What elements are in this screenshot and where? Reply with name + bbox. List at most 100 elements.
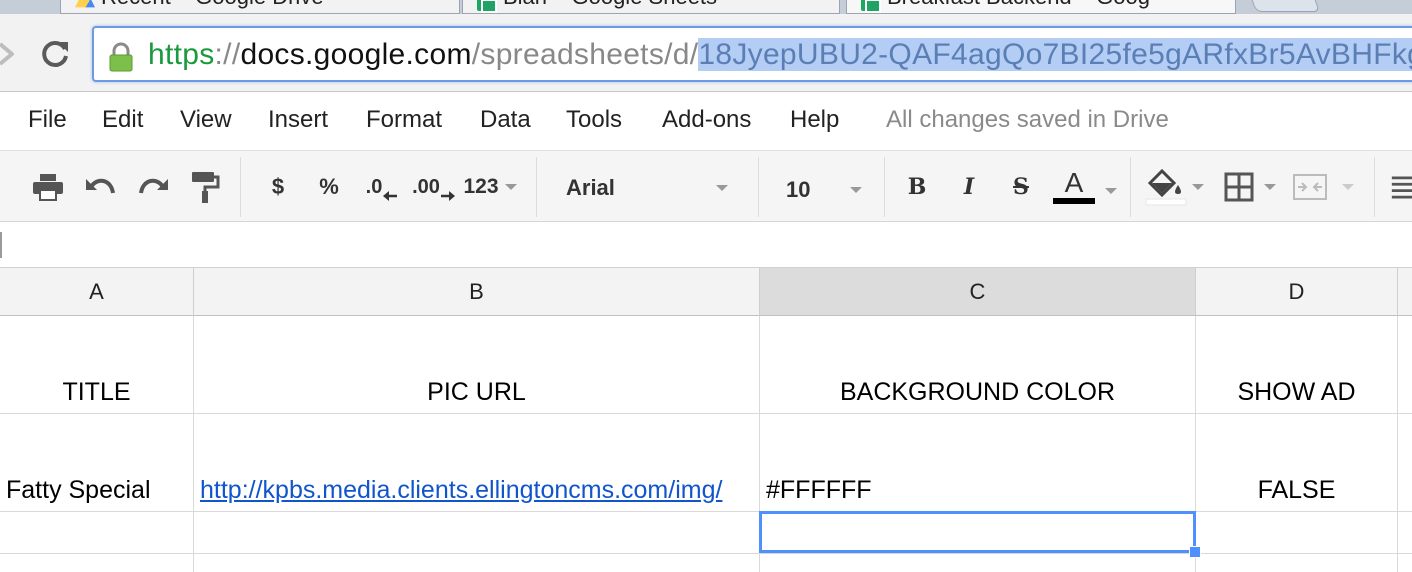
decrease-decimals-label: .0 (365, 175, 383, 198)
chevron-down-icon (1342, 184, 1354, 190)
cell-e2[interactable] (1398, 414, 1412, 512)
borders-icon (1224, 172, 1254, 202)
menu-bar: File Edit View Insert Format Data Tools … (0, 92, 1412, 150)
cell-a2[interactable]: Fatty Special (0, 414, 194, 512)
font-family-value: Arial (566, 175, 615, 200)
paint-format-icon[interactable] (188, 167, 222, 207)
cell-d1[interactable]: SHOW AD (1196, 316, 1398, 414)
increase-decimals-label: .00 (412, 175, 440, 198)
url-path: /spreadsheets/d/ (471, 38, 699, 71)
pic-url-link[interactable]: http://kpbs.media.clients.ellingtoncms.c… (200, 476, 722, 505)
tab-close-icon[interactable]: × (1211, 0, 1223, 5)
increase-decimals-button[interactable]: .00 (412, 167, 456, 207)
print-icon[interactable] (30, 167, 66, 207)
browser-tab-recent[interactable]: Recent – Google Drive × (60, 0, 460, 14)
column-header-c[interactable]: C (760, 268, 1196, 316)
arrow-right-icon (440, 191, 455, 201)
browser-tab-blah[interactable]: Blah – Google Sheets × (462, 0, 840, 14)
italic-button[interactable]: I (952, 167, 986, 207)
cell-b2[interactable]: http://kpbs.media.clients.ellingtoncms.c… (194, 414, 760, 512)
borders-button[interactable] (1220, 167, 1280, 207)
menu-file[interactable]: File (28, 106, 67, 134)
more-formats-button[interactable]: 123 (460, 167, 520, 207)
arrow-left-icon (383, 191, 398, 201)
tab-close-icon[interactable]: × (435, 0, 447, 5)
cell-d4[interactable] (1196, 554, 1398, 572)
currency-format-button[interactable]: $ (264, 167, 292, 207)
menu-format[interactable]: Format (366, 106, 442, 134)
cell-e1[interactable] (1398, 316, 1412, 414)
address-bar[interactable]: https://docs.google.com/spreadsheets/d/1… (92, 26, 1412, 82)
save-status: All changes saved in Drive (886, 106, 1169, 133)
undo-icon[interactable] (84, 167, 118, 207)
menu-tools[interactable]: Tools (566, 106, 622, 134)
align-left-icon[interactable] (1390, 167, 1412, 207)
strikethrough-label: S (1013, 174, 1029, 200)
menu-edit[interactable]: Edit (102, 106, 143, 134)
lock-icon (108, 42, 134, 72)
toolbar-separator (884, 157, 885, 217)
browser-toolbar: https://docs.google.com/spreadsheets/d/1… (0, 14, 1412, 92)
tab-title: Breakfast Backend – Goog (887, 0, 1150, 9)
reload-icon[interactable] (38, 36, 72, 70)
url-selected-id: 18JyepUBU2-QAF4agQo7BI25fe5gARfxBr5AvBHF… (698, 38, 1412, 71)
merge-cells-icon (1293, 174, 1327, 200)
text-color-letter: A (1064, 167, 1084, 198)
cell-c1[interactable]: BACKGROUND COLOR (760, 316, 1196, 414)
cell-d2[interactable]: FALSE (1196, 414, 1398, 512)
more-formats-label: 123 (463, 175, 499, 198)
column-header-e[interactable] (1398, 268, 1412, 316)
toolbar-separator (240, 157, 241, 217)
browser-tab-breakfast-backend[interactable]: Breakfast Backend – Goog × (846, 0, 1236, 14)
text-color-button[interactable]: A (1048, 167, 1122, 207)
column-header-b[interactable]: B (194, 268, 760, 316)
cell-d3[interactable] (1196, 512, 1398, 554)
fill-color-icon (1145, 168, 1187, 206)
forward-icon[interactable] (0, 40, 16, 68)
menu-insert[interactable]: Insert (268, 106, 328, 134)
menu-add-ons[interactable]: Add-ons (662, 106, 751, 134)
cell-a3[interactable] (0, 512, 194, 554)
font-size-value: 10 (786, 177, 811, 202)
fill-handle[interactable] (1189, 546, 1201, 558)
tab-title: Recent – Google Drive (101, 0, 324, 9)
redo-icon[interactable] (136, 167, 170, 207)
cell-b1[interactable]: PIC URL (194, 316, 760, 414)
fill-color-button[interactable] (1142, 167, 1206, 207)
column-header-d[interactable]: D (1196, 268, 1398, 316)
cell-e3[interactable] (1398, 512, 1412, 554)
strikethrough-button[interactable]: S (1004, 167, 1038, 207)
cell-c2[interactable]: #FFFFFF (760, 414, 1196, 512)
menu-view[interactable]: View (180, 106, 232, 134)
percent-format-button[interactable]: % (314, 167, 344, 207)
tab-close-icon[interactable]: × (815, 0, 827, 5)
url-host: docs.google.com (240, 38, 472, 71)
new-tab-button[interactable] (1247, 0, 1321, 12)
format-toolbar: $ % .0 .00 123 Arial 10 B I S A (0, 150, 1412, 222)
url-scheme: https (148, 38, 215, 71)
decrease-decimals-button[interactable]: .0 (362, 167, 402, 207)
menu-data[interactable]: Data (480, 106, 531, 134)
active-cell-selection (759, 511, 1196, 553)
text-color-icon: A (1053, 167, 1095, 204)
tab-title: Blah – Google Sheets (503, 0, 717, 9)
merge-cells-button[interactable] (1288, 167, 1358, 207)
bold-button[interactable]: B (900, 167, 934, 207)
formula-bar[interactable] (0, 222, 1412, 268)
google-sheets-icon (477, 0, 497, 13)
cell-c4[interactable] (760, 554, 1196, 572)
toolbar-separator (536, 157, 537, 217)
chevron-down-icon (1264, 184, 1276, 190)
toolbar-separator (1130, 157, 1131, 217)
cell-b3[interactable] (194, 512, 760, 554)
cell-b4[interactable] (194, 554, 760, 572)
column-header-a[interactable]: A (0, 268, 194, 316)
chevron-down-icon (504, 184, 517, 190)
toolbar-separator (1374, 157, 1375, 217)
cell-a4[interactable] (0, 554, 194, 572)
cell-a1[interactable]: TITLE (0, 316, 194, 414)
browser-tab-strip: Recent – Google Drive × Blah – Google Sh… (0, 0, 1412, 14)
menu-help[interactable]: Help (790, 106, 839, 134)
formula-bar-cursor (0, 232, 2, 258)
toolbar-separator (758, 157, 759, 217)
